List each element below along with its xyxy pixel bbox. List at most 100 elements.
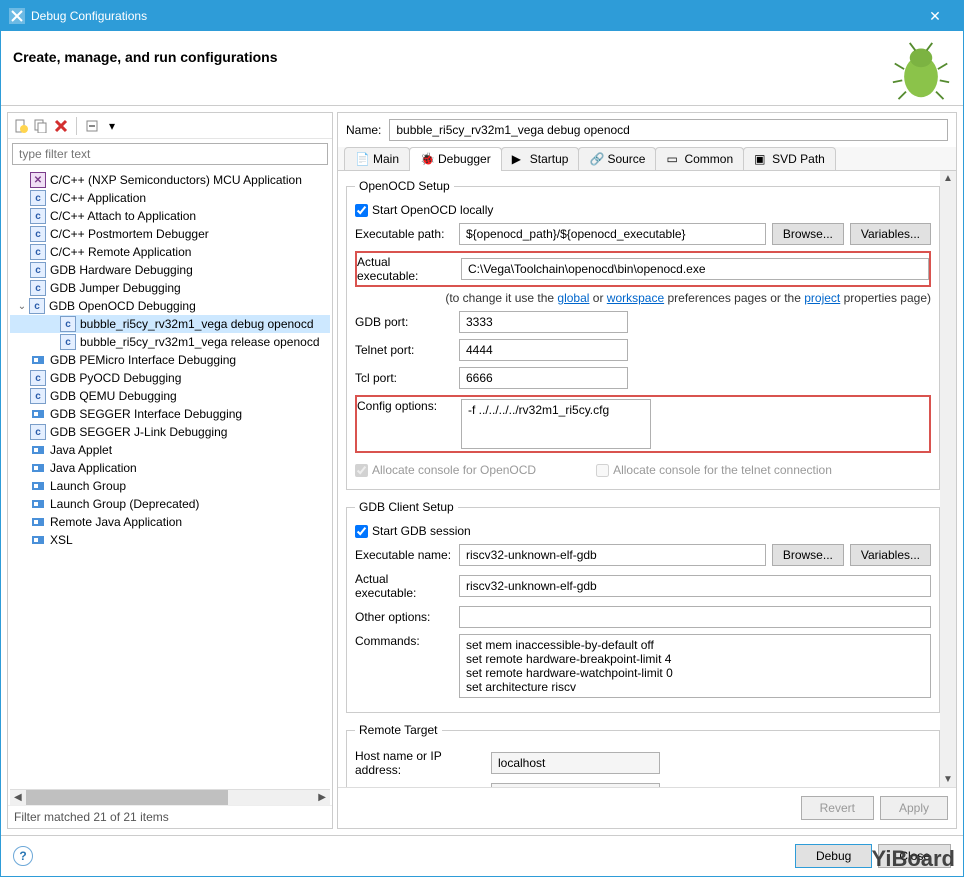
config-type-icon: c	[30, 190, 46, 206]
other-options-input[interactable]	[459, 606, 931, 628]
actual-exec-input[interactable]	[461, 258, 929, 280]
tab-icon: 📄	[355, 152, 369, 166]
expander-icon[interactable]: ⌄	[15, 301, 29, 312]
filter-input[interactable]	[12, 143, 328, 165]
debug-button[interactable]: Debug	[795, 844, 872, 868]
tree-item[interactable]: cGDB QEMU Debugging	[10, 387, 330, 405]
config-type-icon: c	[60, 334, 76, 350]
gdb-actual-exec-input[interactable]	[459, 575, 931, 597]
gdb-port-label: GDB port:	[355, 315, 453, 329]
gdb-exec-name-input[interactable]	[459, 544, 766, 566]
config-type-icon	[30, 496, 46, 512]
tree-item[interactable]: cGDB SEGGER J-Link Debugging	[10, 423, 330, 441]
tree-item-label: GDB OpenOCD Debugging	[49, 299, 196, 313]
tab-main[interactable]: 📄Main	[344, 147, 410, 170]
tab-source[interactable]: 🔗Source	[578, 147, 656, 170]
tab-svd-path[interactable]: ▣SVD Path	[743, 147, 836, 170]
configurations-tree[interactable]: ✕C/C++ (NXP Semiconductors) MCU Applicat…	[10, 169, 330, 789]
apply-button: Apply	[880, 796, 948, 820]
tree-item[interactable]: GDB SEGGER Interface Debugging	[10, 405, 330, 423]
tree-item[interactable]: Java Applet	[10, 441, 330, 459]
window-close-button[interactable]: ✕	[915, 8, 955, 25]
gdb-port-input[interactable]	[459, 311, 628, 333]
dialog-header: Create, manage, and run configurations	[1, 31, 963, 106]
configurations-panel: ▾ ✕C/C++ (NXP Semiconductors) MCU Applic…	[7, 112, 333, 829]
config-type-icon: c	[30, 262, 46, 278]
tree-item[interactable]: cGDB Hardware Debugging	[10, 261, 330, 279]
tree-item[interactable]: cbubble_ri5cy_rv32m1_vega debug openocd	[10, 315, 330, 333]
tree-horizontal-scrollbar[interactable]: ◀ ▶	[10, 789, 330, 805]
tab-common[interactable]: ▭Common	[655, 147, 744, 170]
tree-item[interactable]: Java Application	[10, 459, 330, 477]
tab-debugger[interactable]: 🐞Debugger	[409, 147, 502, 170]
tcl-port-input[interactable]	[459, 367, 628, 389]
tree-item[interactable]: ✕C/C++ (NXP Semiconductors) MCU Applicat…	[10, 171, 330, 189]
tree-item[interactable]: cbubble_ri5cy_rv32m1_vega release openoc…	[10, 333, 330, 351]
gdb-variables-button[interactable]: Variables...	[850, 544, 931, 566]
scroll-left-icon[interactable]: ◀	[10, 792, 26, 803]
new-config-icon[interactable]	[12, 117, 30, 135]
config-editor-panel: Name: 📄Main🐞Debugger▶Startup🔗Source▭Comm…	[337, 112, 957, 829]
dialog-footer: ? Debug Close YiBoard	[1, 835, 963, 876]
tree-item[interactable]: Remote Java Application	[10, 513, 330, 531]
duplicate-config-icon[interactable]	[32, 117, 50, 135]
gdb-client-setup-group: GDB Client Setup Start GDB session Execu…	[346, 500, 940, 713]
config-options-input[interactable]: -f ../../../../rv32m1_ri5cy.cfg	[461, 399, 651, 449]
openocd-legend: OpenOCD Setup	[355, 179, 454, 193]
global-link[interactable]: global	[557, 291, 589, 305]
tree-item[interactable]: XSL	[10, 531, 330, 549]
filter-dropdown-icon[interactable]: ▾	[103, 117, 121, 135]
tree-item[interactable]: cC/C++ Remote Application	[10, 243, 330, 261]
tree-item[interactable]: cGDB PyOCD Debugging	[10, 369, 330, 387]
scroll-down-icon[interactable]: ▼	[941, 772, 955, 787]
tree-item[interactable]: cC/C++ Attach to Application	[10, 207, 330, 225]
name-label: Name:	[346, 123, 381, 137]
browse-button[interactable]: Browse...	[772, 223, 844, 245]
tree-item[interactable]: cC/C++ Application	[10, 189, 330, 207]
telnet-port-label: Telnet port:	[355, 343, 453, 357]
telnet-port-input[interactable]	[459, 339, 628, 361]
tab-icon: ▣	[754, 152, 768, 166]
delete-config-icon[interactable]	[52, 117, 70, 135]
tree-item-label: GDB SEGGER Interface Debugging	[50, 407, 242, 421]
config-type-icon: c	[30, 388, 46, 404]
allocate-telnet-console-label: Allocate console for the telnet connecti…	[613, 463, 832, 477]
config-name-input[interactable]	[389, 119, 948, 141]
tree-item[interactable]: cGDB Jumper Debugging	[10, 279, 330, 297]
start-gdb-session-label: Start GDB session	[372, 524, 471, 538]
config-type-icon: c	[30, 244, 46, 260]
config-tabs: 📄Main🐞Debugger▶Startup🔗Source▭Common▣SVD…	[338, 147, 956, 171]
workspace-link[interactable]: workspace	[607, 291, 664, 305]
content-vertical-scrollbar[interactable]: ▲ ▼	[940, 171, 956, 787]
tree-item[interactable]: Launch Group	[10, 477, 330, 495]
tree-item[interactable]: cC/C++ Postmortem Debugger	[10, 225, 330, 243]
filter-row	[12, 143, 328, 165]
tree-item-label: Java Application	[50, 461, 137, 475]
exec-path-input[interactable]	[459, 223, 766, 245]
gdb-browse-button[interactable]: Browse...	[772, 544, 844, 566]
scroll-up-icon[interactable]: ▲	[941, 171, 955, 186]
preferences-hint: (to change it use the global or workspac…	[355, 291, 931, 305]
tree-item[interactable]: Launch Group (Deprecated)	[10, 495, 330, 513]
tree-item[interactable]: GDB PEMicro Interface Debugging	[10, 351, 330, 369]
project-link[interactable]: project	[804, 291, 840, 305]
tab-startup[interactable]: ▶Startup	[501, 147, 580, 170]
tree-item-label: XSL	[50, 533, 73, 547]
start-openocd-locally-label: Start OpenOCD locally	[372, 203, 493, 217]
gdb-actual-exec-label: Actual executable:	[355, 572, 453, 600]
tree-item[interactable]: ⌄cGDB OpenOCD Debugging	[10, 297, 330, 315]
config-type-icon	[30, 406, 46, 422]
remote-port-input	[491, 783, 660, 787]
help-icon[interactable]: ?	[13, 846, 33, 866]
dialog-heading: Create, manage, and run configurations	[13, 41, 891, 65]
commands-input[interactable]: set mem inaccessible-by-default off set …	[459, 634, 931, 698]
config-type-icon: c	[30, 424, 46, 440]
config-type-icon	[30, 352, 46, 368]
start-openocd-locally-checkbox[interactable]	[355, 204, 368, 217]
collapse-all-icon[interactable]	[83, 117, 101, 135]
variables-button[interactable]: Variables...	[850, 223, 931, 245]
close-button[interactable]: Close	[878, 844, 951, 868]
start-gdb-session-checkbox[interactable]	[355, 525, 368, 538]
tab-label: Startup	[530, 152, 569, 166]
scroll-right-icon[interactable]: ▶	[314, 792, 330, 803]
